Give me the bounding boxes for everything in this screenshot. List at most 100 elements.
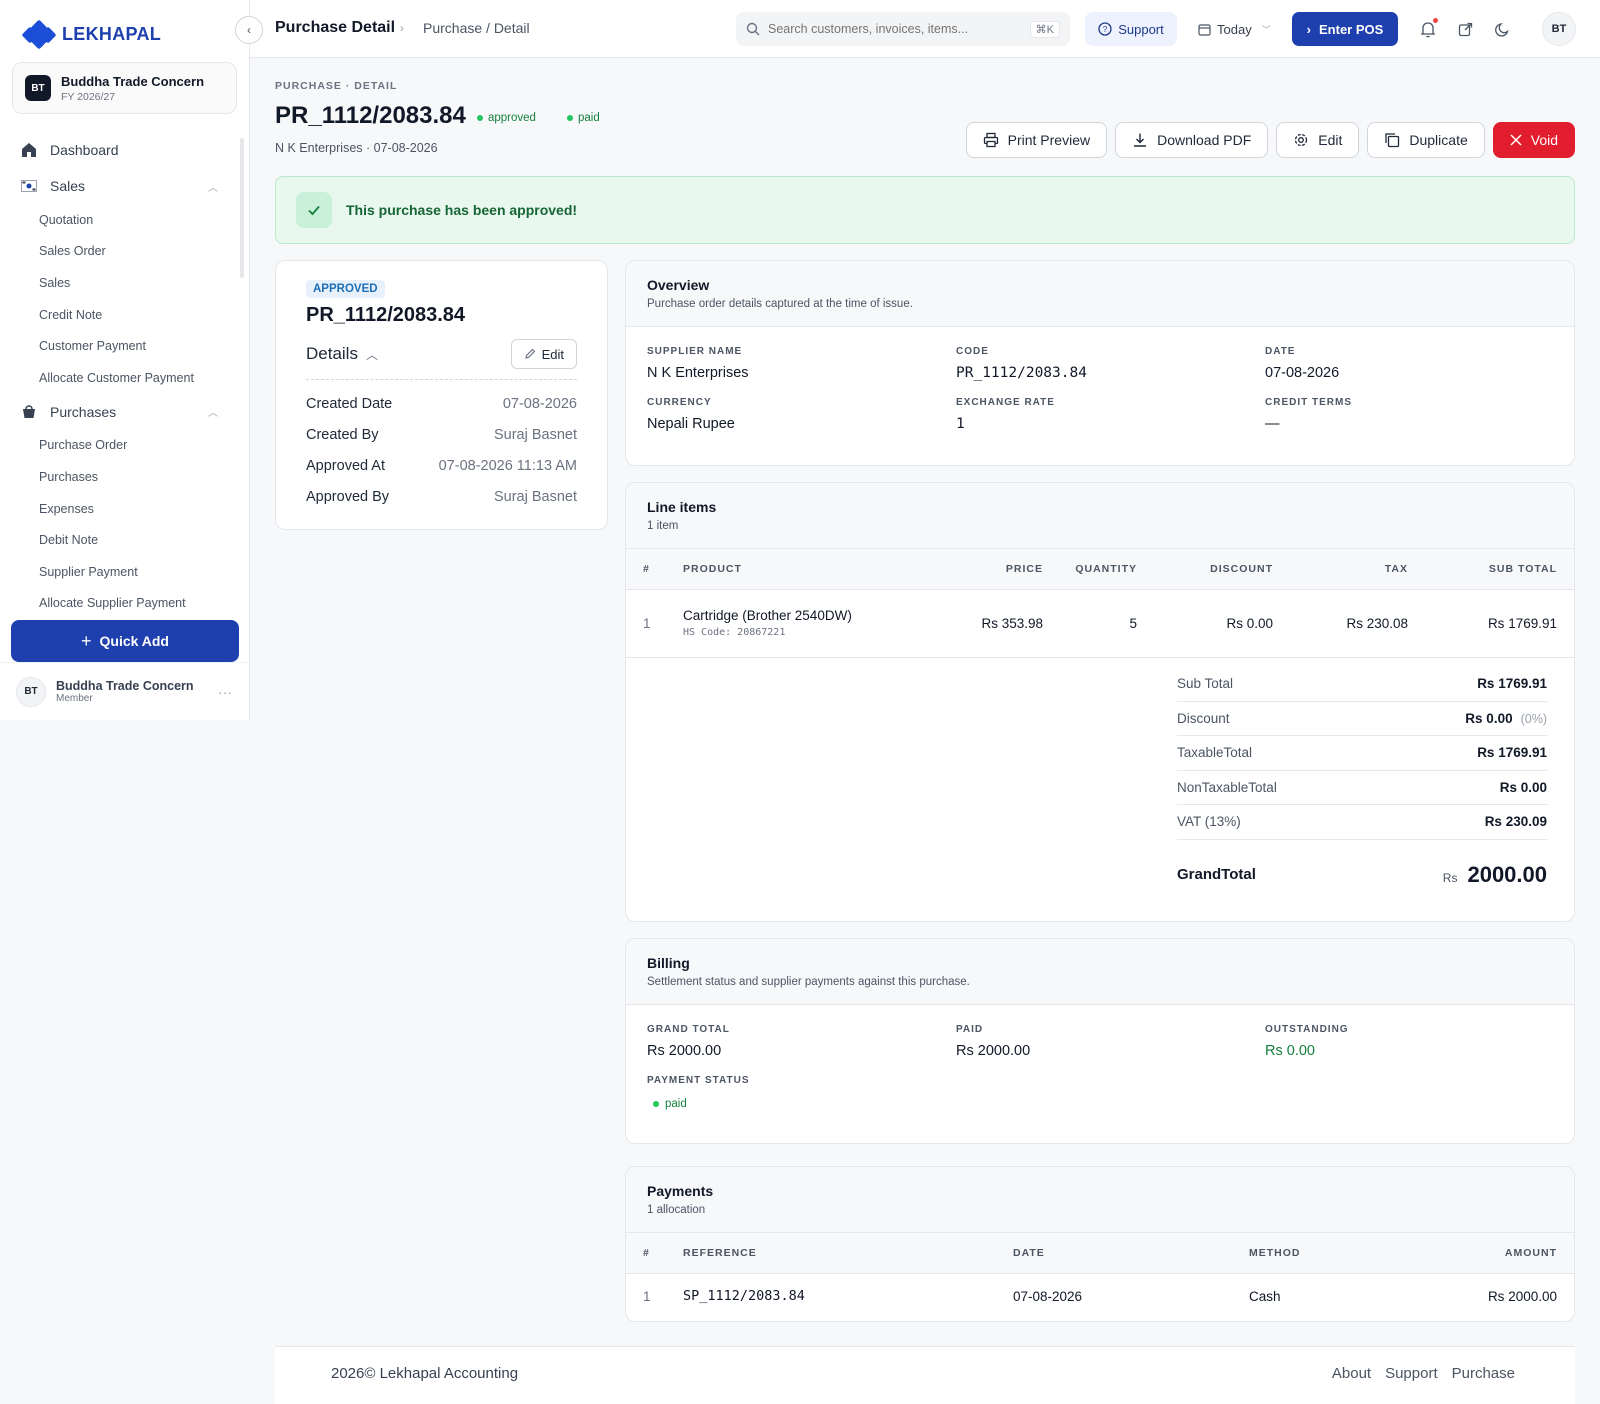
copyright: 2026© Lekhapal Accounting [331, 1365, 519, 1382]
total-row-subtotal: Sub Total Rs 1769.91 [1177, 667, 1547, 702]
field-label: CODE [956, 346, 989, 357]
footer-link-support[interactable]: Support [1385, 1365, 1438, 1382]
card-subtitle: Purchase order details captured at the t… [647, 298, 913, 310]
column-header: PRODUCT [683, 549, 963, 590]
sidebar-item-credit-note[interactable]: Credit Note [0, 299, 250, 331]
field-value: Rs 0.00 [1265, 1043, 1315, 1059]
search-bar[interactable]: ⌘K [736, 12, 1070, 46]
org-fiscal-year: FY 2026/27 [61, 90, 116, 103]
column-header: METHOD [1249, 1233, 1429, 1274]
total-label: TaxableTotal [1177, 745, 1253, 761]
search-icon [746, 22, 760, 36]
chevron-down-icon: ﹀ [1261, 24, 1271, 35]
help-icon: ? [1098, 22, 1112, 36]
status-dot [477, 115, 483, 121]
sidebar-item-debit-note[interactable]: Debit Note [0, 524, 250, 556]
chevron-up-icon: ︿ [365, 347, 378, 362]
sidebar-item-purchase-order[interactable]: Purchase Order [0, 430, 250, 462]
avatar: BT [16, 676, 46, 707]
field-value: Rs 2000.00 [956, 1043, 1031, 1059]
quick-add-button[interactable]: + Quick Add [11, 620, 239, 662]
void-button[interactable]: Void [1492, 122, 1575, 158]
sidebar-item-expenses[interactable]: Expenses [0, 493, 250, 525]
payment-amount: Rs 2000.00 [1487, 1288, 1557, 1304]
grand-total-label: GrandTotal [1177, 866, 1256, 883]
enter-pos-button[interactable]: › Enter POS [1292, 12, 1398, 46]
details-toggle[interactable]: Details ︿ Edit [306, 339, 577, 380]
table-header-row: # REFERENCE DATE METHOD AMOUNT [626, 1233, 1574, 1274]
field-label: SUPPLIER NAME [647, 346, 743, 357]
sidebar-item-sales[interactable]: Sales ︿ [0, 168, 250, 204]
sidebar-item-customer-payment[interactable]: Customer Payment [0, 330, 250, 362]
detail-value: 07-08-2026 11:13 AM [438, 457, 577, 474]
field-payment-status: PAYMENT STATUS paid [647, 1075, 956, 1112]
org-switcher[interactable]: BT Buddha Trade Concern FY 2026/27 [12, 62, 237, 114]
sidebar-item-dashboard[interactable]: Dashboard [0, 132, 250, 168]
home-icon [20, 141, 38, 159]
user-name: Buddha Trade Concern [56, 679, 194, 693]
card-title: Line items [647, 499, 717, 515]
avatar[interactable]: BT [1542, 12, 1576, 46]
field-label: GRAND TOTAL [647, 1024, 730, 1035]
support-button[interactable]: ? Support [1085, 12, 1177, 46]
field-supplier-name: SUPPLIER NAME N K Enterprises [647, 346, 956, 381]
notification-dot [1433, 18, 1438, 23]
svg-text:?: ? [1103, 25, 1108, 34]
detail-value: 07-08-2026 [502, 395, 577, 412]
overview-fields: SUPPLIER NAME N K Enterprises CODE PR_1112… [626, 327, 1574, 432]
sidebar-item-supplier-payment[interactable]: Supplier Payment [0, 556, 250, 588]
grand-total-amount: 2000.00 [1467, 861, 1547, 887]
details-edit-button[interactable]: Edit [510, 339, 577, 369]
footer-link-about[interactable]: About [1332, 1365, 1371, 1382]
edit-button[interactable]: Edit [1276, 122, 1360, 158]
status-dot [567, 115, 573, 121]
duplicate-button[interactable]: Duplicate [1367, 122, 1485, 158]
field-grand-total: GRAND TOTAL Rs 2000.00 [647, 1024, 956, 1059]
sidebar-item-allocate-supplier-payment[interactable]: Allocate Supplier Payment [0, 588, 250, 612]
collapse-sidebar-button[interactable]: ‹ [235, 16, 263, 44]
table-row[interactable]: 1 SP_1112/2083.84 07-08-2026 Cash Rs 200… [626, 1273, 1574, 1319]
payment-reference[interactable]: SP_1112/2083.84 [683, 1273, 1013, 1319]
chevron-up-icon[interactable]: ︿ [208, 404, 218, 419]
sidebar-item-sales-order[interactable]: Sales Order [0, 236, 250, 268]
sales-flag-icon [20, 177, 38, 195]
print-preview-button[interactable]: Print Preview [965, 122, 1108, 158]
chevron-up-icon[interactable]: ︿ [208, 179, 218, 194]
external-link-icon[interactable] [1453, 17, 1477, 41]
sidebar-item-allocate-customer-payment[interactable]: Allocate Customer Payment [0, 362, 250, 394]
brand-logo[interactable]: LEKHAPAL [21, 19, 161, 50]
row-number: 1 [643, 1288, 651, 1304]
status-badge: APPROVED [306, 280, 385, 298]
total-label: NonTaxableTotal [1177, 779, 1277, 795]
total-value: Rs 230.09 [1484, 814, 1547, 830]
column-header: # [626, 549, 683, 590]
date-range-picker[interactable]: Today ﹀ [1198, 12, 1282, 46]
row-number: 1 [643, 615, 651, 631]
action-toolbar: Print Preview Download PDF Edit Duplicat… [965, 122, 1575, 158]
sidebar-item-sales-list[interactable]: Sales [0, 267, 250, 299]
bell-icon[interactable] [1416, 17, 1440, 41]
download-pdf-label: Download PDF [1157, 132, 1252, 148]
org-badge: BT [25, 75, 51, 101]
sidebar-scrollbar[interactable] [240, 138, 244, 278]
product-cell: Cartridge (Brother 2540DW) HS Code: 2086… [683, 589, 963, 657]
breadcrumb[interactable]: Purchase / Detail [423, 20, 530, 36]
detail-row-created-by: Created By Suraj Basnet [306, 419, 577, 450]
pencil-icon [524, 348, 535, 359]
chevron-right-icon: › [400, 21, 404, 35]
sidebar-item-purchases-list[interactable]: Purchases [0, 461, 250, 493]
sidebar-item-label: Sales [50, 178, 86, 194]
footer-link-purchase[interactable]: Purchase [1452, 1365, 1515, 1382]
org-name: Buddha Trade Concern [61, 73, 205, 89]
detail-row-approved-at: Approved At 07-08-2026 11:13 AM [306, 450, 577, 481]
sidebar-item-quotation[interactable]: Quotation [0, 204, 250, 236]
more-icon[interactable]: ··· [218, 684, 232, 700]
search-input[interactable] [768, 22, 1022, 36]
user-menu[interactable]: BT Buddha Trade Concern Member ··· [0, 662, 250, 720]
download-pdf-button[interactable]: Download PDF [1115, 122, 1269, 158]
card-subtitle: Settlement status and supplier payments … [647, 976, 970, 988]
table-row[interactable]: 1 Cartridge (Brother 2540DW) HS Code: 20… [626, 589, 1574, 657]
card-title: Overview [647, 277, 710, 293]
moon-icon[interactable] [1490, 17, 1514, 41]
sidebar-item-purchases[interactable]: Purchases ︿ [0, 394, 250, 430]
